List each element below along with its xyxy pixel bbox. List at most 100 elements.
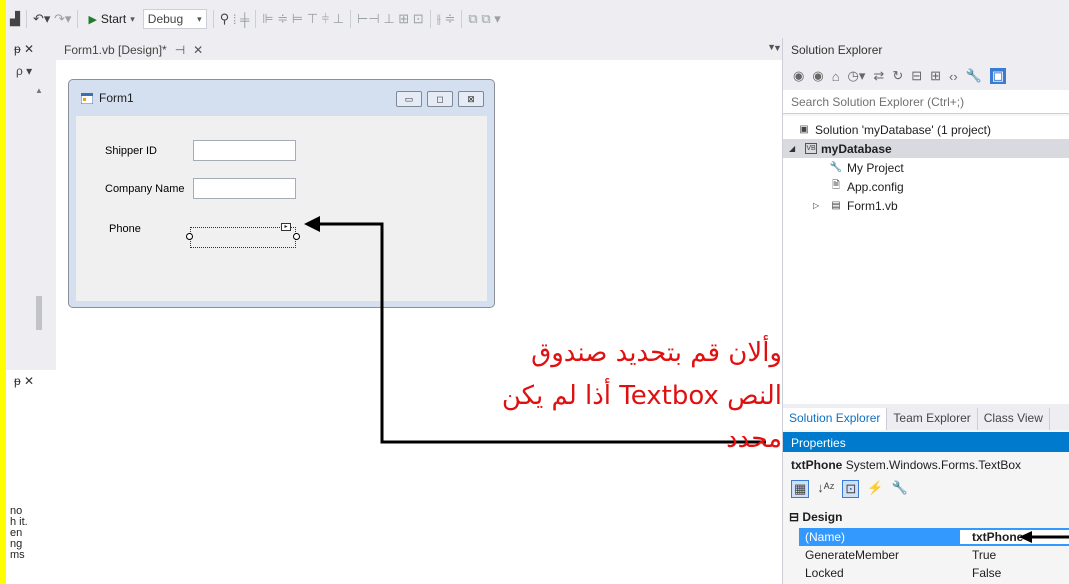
bring-to-front-icon[interactable]: ⧉ — [468, 8, 477, 30]
tab-solution-explorer[interactable]: Solution Explorer — [783, 408, 888, 430]
tree-item-project[interactable]: ◢ VB myDatabase — [783, 139, 1069, 158]
align-lefts-icon[interactable]: ⊫ — [262, 8, 273, 30]
collapse-icon[interactable]: ⊟ — [789, 510, 799, 524]
align-bottoms-icon[interactable]: ⊥ — [329, 8, 344, 30]
toolbar-separator — [461, 10, 463, 28]
tree-item-label: My Project — [847, 160, 904, 175]
annotation-arrow-name — [1019, 531, 1069, 543]
toolbar-overflow-icon[interactable]: ▾ — [491, 8, 501, 30]
properties-icon[interactable]: ⊡ — [842, 480, 860, 498]
form-designer-surface: Form1 ▭ ◻ ⊠ Shipper ID Company Name Phon… — [56, 60, 782, 584]
property-pages-icon[interactable]: 🔧 — [891, 480, 907, 498]
panel-title: Solution Explorer — [791, 43, 883, 57]
tree-item-label: Form1.vb — [847, 198, 898, 213]
toolbox-pin-close[interactable]: ᵽ ✕ — [14, 42, 34, 56]
vertical-spacing-icon[interactable]: ≑ — [441, 8, 456, 30]
properties-icon[interactable]: 🔧 — [966, 68, 982, 84]
align-middles-icon[interactable]: ⫩ — [322, 8, 329, 30]
toolbar-overflow-icon[interactable]: ⁞ — [229, 8, 240, 30]
solution-configuration-dropdown[interactable]: Debug ▾ — [142, 9, 207, 29]
solution-icon: ▣ — [799, 124, 809, 135]
vertical-scrollbar[interactable]: ▲ ▼ — [32, 86, 46, 386]
solution-search-input[interactable]: Search Solution Explorer (Ctrl+;) — [783, 90, 1069, 114]
categorized-icon[interactable]: ▦ — [791, 480, 810, 498]
make-same-height-icon[interactable]: ⊥ — [380, 8, 399, 30]
toolbar-separator — [255, 10, 257, 28]
tab-team-explorer[interactable]: Team Explorer — [887, 408, 978, 430]
make-same-width-icon[interactable]: ⊢⊣ — [357, 8, 380, 30]
pending-changes-icon[interactable]: ◷▾ — [848, 68, 866, 84]
align-rights-icon[interactable]: ⊨ — [292, 8, 303, 30]
events-icon[interactable]: ⚡ — [867, 480, 883, 498]
property-row-generatemember[interactable]: GenerateMember True — [799, 546, 1069, 564]
chevron-down-icon[interactable]: ▼ — [773, 43, 782, 53]
configuration-value: Debug — [147, 12, 184, 26]
tab-form1-design[interactable]: Form1.vb [Design]* ⊣ ✕ — [58, 41, 209, 59]
selected-object-selector[interactable]: txtPhone System.Windows.Forms.TextBox — [791, 458, 1021, 472]
align-to-grid-icon[interactable]: ╪ — [240, 8, 249, 30]
close-icon[interactable]: ✕ — [193, 43, 203, 57]
property-name: GenerateMember — [805, 548, 900, 562]
view-code-icon[interactable]: ‹› — [949, 69, 958, 84]
align-centers-icon[interactable]: ≑ — [274, 8, 292, 30]
lower-panel-pin-close[interactable]: ᵽ ✕ — [14, 374, 34, 388]
size-to-grid-icon[interactable]: ⊡ — [409, 8, 424, 30]
toolbar-separator — [350, 10, 352, 28]
sync-icon[interactable]: ⇄ — [873, 68, 884, 84]
tree-item-my-project[interactable]: 🔧 My Project — [783, 158, 1069, 177]
tree-item-solution[interactable]: ▣ Solution 'myDatabase' (1 project) — [783, 120, 1069, 139]
property-name: (Name) — [805, 530, 846, 544]
tree-item-app-config[interactable]: 🗎 App.config — [783, 177, 1069, 196]
view-designer-icon[interactable]: ▣ — [989, 68, 1007, 84]
refresh-icon[interactable]: ↻ — [892, 68, 903, 84]
align-tops-icon[interactable]: ⊤ — [303, 8, 322, 30]
object-type: System.Windows.Forms.TextBox — [845, 458, 1022, 472]
toolbox-panel: ᵽ ✕ ρ ▾ ▲ ▼ ᵽ ✕ no h it. en ng ms — [6, 38, 56, 584]
document-tab-strip: Form1.vb [Design]* ⊣ ✕ ▼ — [56, 38, 782, 60]
make-same-size-icon[interactable]: ⊞ — [398, 8, 409, 30]
solution-explorer-toolbar: ◉ ◉ ⌂ ◷▾ ⇄ ↻ ⊟ ⊞ ‹› 🔧 ▣ — [783, 62, 1069, 90]
config-file-icon: 🗎 — [831, 180, 841, 191]
save-all-icon[interactable]: ▟ — [10, 8, 20, 30]
tab-class-view[interactable]: Class View — [978, 408, 1050, 430]
show-all-files-icon[interactable]: ⊞ — [930, 68, 941, 84]
collapsed-arrow-icon[interactable]: ▷ — [813, 201, 823, 210]
tree-item-label: myDatabase — [821, 141, 892, 156]
property-row-locked[interactable]: Locked False — [799, 564, 1069, 582]
solution-tree: ▣ Solution 'myDatabase' (1 project) ◢ VB… — [783, 116, 1069, 408]
annotation-line: وألان قم بتحديد صندوق — [531, 338, 782, 368]
property-value[interactable]: True — [960, 548, 1069, 562]
property-value[interactable]: False — [960, 566, 1069, 580]
start-button[interactable]: ▶ Start ▾ — [84, 8, 138, 30]
home-icon[interactable]: ⌂ — [832, 69, 840, 84]
alphabetical-icon[interactable]: ↓ᴬᶻ — [817, 480, 834, 498]
chevron-down-icon: ▾ — [197, 13, 202, 24]
tab-label: Form1.vb [Design]* — [64, 43, 167, 57]
properties-toolbar: ▦ ↓ᴬᶻ ⊡ ⚡ 🔧 — [791, 480, 908, 498]
properties-title: Properties — [783, 432, 1069, 452]
collapse-all-icon[interactable]: ⊟ — [911, 68, 922, 84]
toolbar-separator — [429, 10, 431, 28]
send-to-back-icon[interactable]: ⧉ — [478, 8, 490, 30]
start-label: Start — [100, 12, 127, 26]
property-category-design[interactable]: ⊟ Design — [789, 510, 842, 524]
back-icon[interactable]: ◉ — [793, 68, 804, 84]
redo-icon[interactable]: ↷▾ — [50, 8, 71, 30]
scroll-up-icon[interactable]: ▲ — [35, 86, 43, 95]
find-icon[interactable]: ⚲ — [220, 8, 230, 30]
expanded-arrow-icon[interactable]: ◢ — [789, 144, 799, 153]
undo-icon[interactable]: ↶▾ — [33, 8, 50, 30]
pin-icon[interactable]: ⊣ — [175, 43, 185, 57]
scrollbar-thumb[interactable] — [36, 296, 42, 330]
tree-item-label: App.config — [847, 179, 904, 194]
solution-explorer-panel: ▼ Solution Explorer ◉ ◉ ⌂ ◷▾ ⇄ ↻ ⊟ ⊞ ‹› … — [773, 38, 1069, 430]
chevron-down-icon: ▾ — [130, 13, 135, 24]
toolbar-separator — [212, 10, 214, 28]
main-toolbar: ▟ ↶▾ ↷▾ ▶ Start ▾ Debug ▾ ⚲ ⁞ ╪ ⊫ ≑ ⊨ ⊤ … — [6, 0, 1069, 38]
toolbar-separator — [77, 10, 79, 28]
search-icon[interactable]: ρ ▾ — [16, 64, 32, 78]
category-label: Design — [802, 510, 843, 524]
wrench-icon: 🔧 — [829, 162, 843, 173]
tree-item-form1[interactable]: ▷ ▤ Form1.vb — [783, 196, 1069, 215]
forward-icon[interactable]: ◉ — [812, 68, 823, 84]
